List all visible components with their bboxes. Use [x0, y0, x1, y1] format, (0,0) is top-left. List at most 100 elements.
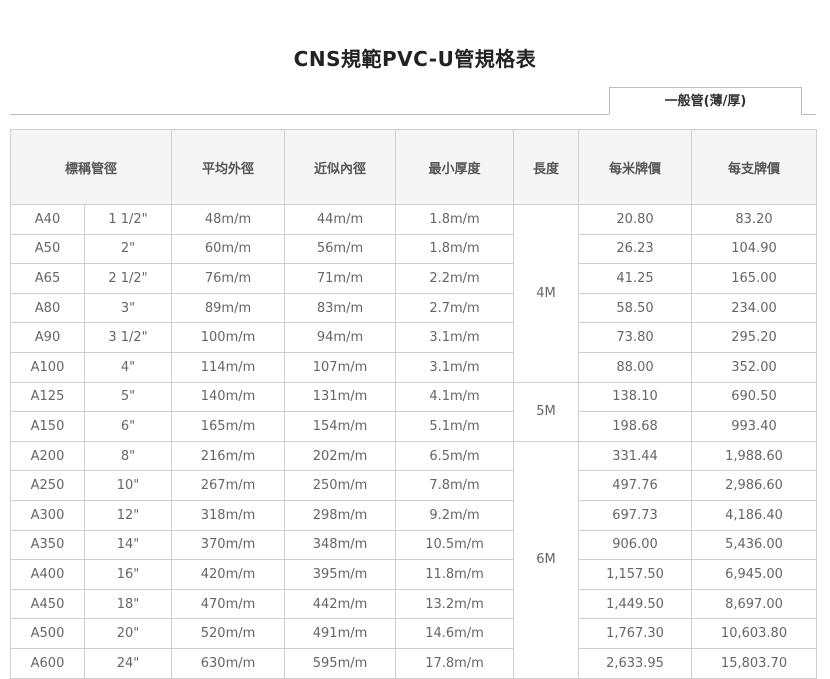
cell-price-per-meter: 906.00: [578, 529, 693, 561]
cell-price-per-piece: 6,945.00: [691, 559, 818, 590]
cell-size-code: A100: [10, 351, 85, 383]
spec-table: 標稱管徑 平均外徑 近似內徑 最小厚度 長度 每米牌價 每支牌價 A40 1 1/…: [9, 129, 818, 679]
table-row: A400 16" 420m/m 395m/m 11.8m/m 1,157.50 6,945.…: [10, 559, 818, 590]
cell-size-inch: 1 1/2": [83, 204, 173, 235]
cell-size-inch: 8": [83, 440, 173, 472]
cell-inner-diameter: 131m/m: [284, 381, 397, 413]
header-price-per-meter: 每米牌價: [578, 129, 693, 205]
cell-inner-diameter: 83m/m: [284, 292, 397, 324]
cell-outer-diameter: 114m/m: [171, 351, 286, 383]
cell-min-thickness: 1.8m/m: [395, 233, 515, 265]
cell-min-thickness: 14.6m/m: [395, 618, 515, 649]
cell-min-thickness: 10.5m/m: [395, 529, 515, 561]
cell-price-per-meter: 41.25: [578, 263, 693, 294]
cell-min-thickness: 11.8m/m: [395, 559, 515, 590]
cell-outer-diameter: 318m/m: [171, 499, 286, 531]
cell-price-per-piece: 165.00: [691, 263, 818, 294]
cell-size-inch: 12": [83, 499, 173, 531]
cell-price-per-piece: 690.50: [691, 381, 818, 413]
cell-price-per-meter: 1,449.50: [578, 588, 693, 620]
cell-size-inch: 10": [83, 470, 173, 501]
cell-inner-diameter: 595m/m: [284, 647, 397, 679]
cell-price-per-piece: 2,986.60: [691, 470, 818, 501]
cell-inner-diameter: 348m/m: [284, 529, 397, 561]
table-row: A150 6" 165m/m 154m/m 5.1m/m 198.68 993.40: [10, 411, 818, 442]
cell-price-per-meter: 1,157.50: [578, 559, 693, 590]
cell-inner-diameter: 491m/m: [284, 618, 397, 649]
cell-inner-diameter: 298m/m: [284, 499, 397, 531]
header-nominal-size: 標稱管徑: [9, 129, 173, 205]
header-min-thickness: 最小厚度: [395, 129, 515, 205]
cell-inner-diameter: 442m/m: [284, 588, 397, 620]
cell-outer-diameter: 267m/m: [171, 470, 286, 501]
cell-min-thickness: 9.2m/m: [395, 499, 515, 531]
cell-length: 5M: [513, 381, 580, 442]
cell-price-per-meter: 88.00: [578, 351, 693, 383]
cell-min-thickness: 17.8m/m: [395, 647, 515, 679]
header-inner-diameter: 近似內徑: [284, 129, 397, 205]
cell-price-per-piece: 5,436.00: [691, 529, 818, 561]
cell-min-thickness: 4.1m/m: [395, 381, 515, 413]
header-length: 長度: [513, 129, 580, 205]
cell-price-per-meter: 2,633.95: [578, 647, 693, 679]
cell-inner-diameter: 250m/m: [284, 470, 397, 501]
table-row: A300 12" 318m/m 298m/m 9.2m/m 697.73 4,186.40: [10, 499, 818, 531]
cell-outer-diameter: 89m/m: [171, 292, 286, 324]
cell-size-code: A200: [10, 440, 85, 472]
cell-outer-diameter: 216m/m: [171, 440, 286, 472]
cell-price-per-meter: 138.10: [578, 381, 693, 413]
cell-outer-diameter: 60m/m: [171, 233, 286, 265]
cell-size-code: A350: [10, 529, 85, 561]
cell-price-per-piece: 4,186.40: [691, 499, 818, 531]
cell-price-per-meter: 697.73: [578, 499, 693, 531]
cell-size-inch: 2 1/2": [83, 263, 173, 294]
cell-price-per-piece: 352.00: [691, 351, 818, 383]
cell-inner-diameter: 107m/m: [284, 351, 397, 383]
cell-size-code: A90: [10, 322, 85, 353]
cell-size-code: A450: [10, 588, 85, 620]
cell-size-code: A400: [10, 559, 85, 590]
table-row: A200 8" 216m/m 202m/m 6.5m/m 6M 331.44 1,988.60: [10, 440, 818, 679]
cell-outer-diameter: 165m/m: [171, 411, 286, 442]
table-row: A50 2" 60m/m 56m/m 1.8m/m 26.23 104.90: [10, 233, 818, 265]
table-row: A65 2 1/2" 76m/m 71m/m 2.2m/m 41.25 165.00: [10, 263, 818, 294]
cell-min-thickness: 7.8m/m: [395, 470, 515, 501]
cell-outer-diameter: 470m/m: [171, 588, 286, 620]
cell-price-per-meter: 497.76: [578, 470, 693, 501]
cell-inner-diameter: 71m/m: [284, 263, 397, 294]
cell-size-code: A150: [10, 411, 85, 442]
cell-price-per-meter: 331.44: [578, 440, 693, 472]
table-row: A600 24" 630m/m 595m/m 17.8m/m 2,633.95 15,803…: [10, 647, 818, 679]
cell-size-inch: 20": [83, 618, 173, 649]
cell-price-per-meter: 58.50: [578, 292, 693, 324]
cell-inner-diameter: 395m/m: [284, 559, 397, 590]
cell-outer-diameter: 370m/m: [171, 529, 286, 561]
cell-min-thickness: 3.1m/m: [395, 322, 515, 353]
cell-price-per-meter: 20.80: [578, 204, 693, 235]
table-row: A80 3" 89m/m 83m/m 2.7m/m 58.50 234.00: [10, 292, 818, 324]
cell-price-per-piece: 295.20: [691, 322, 818, 353]
cell-price-per-piece: 1,988.60: [691, 440, 818, 472]
cell-outer-diameter: 420m/m: [171, 559, 286, 590]
cell-size-inch: 18": [83, 588, 173, 620]
cell-size-inch: 3 1/2": [83, 322, 173, 353]
cell-outer-diameter: 630m/m: [171, 647, 286, 679]
cell-min-thickness: 1.8m/m: [395, 204, 515, 235]
cell-size-code: A65: [10, 263, 85, 294]
cell-outer-diameter: 140m/m: [171, 381, 286, 413]
cell-size-code: A125: [10, 381, 85, 413]
cell-size-inch: 14": [83, 529, 173, 561]
cell-min-thickness: 5.1m/m: [395, 411, 515, 442]
cell-outer-diameter: 100m/m: [171, 322, 286, 353]
cell-size-inch: 2": [83, 233, 173, 265]
cell-size-code: A80: [10, 292, 85, 324]
cell-min-thickness: 6.5m/m: [395, 440, 515, 472]
page-title: CNS規範PVC-U管規格表: [293, 47, 537, 71]
cell-price-per-meter: 26.23: [578, 233, 693, 265]
tab-general-pipe[interactable]: 一般管(薄/厚): [609, 87, 802, 115]
cell-size-inch: 16": [83, 559, 173, 590]
cell-inner-diameter: 154m/m: [284, 411, 397, 442]
cell-price-per-piece: 8,697.00: [691, 588, 818, 620]
table-row: A40 1 1/2" 48m/m 44m/m 1.8m/m 4M 20.80 83.20: [10, 204, 818, 383]
cell-size-inch: 24": [83, 647, 173, 679]
